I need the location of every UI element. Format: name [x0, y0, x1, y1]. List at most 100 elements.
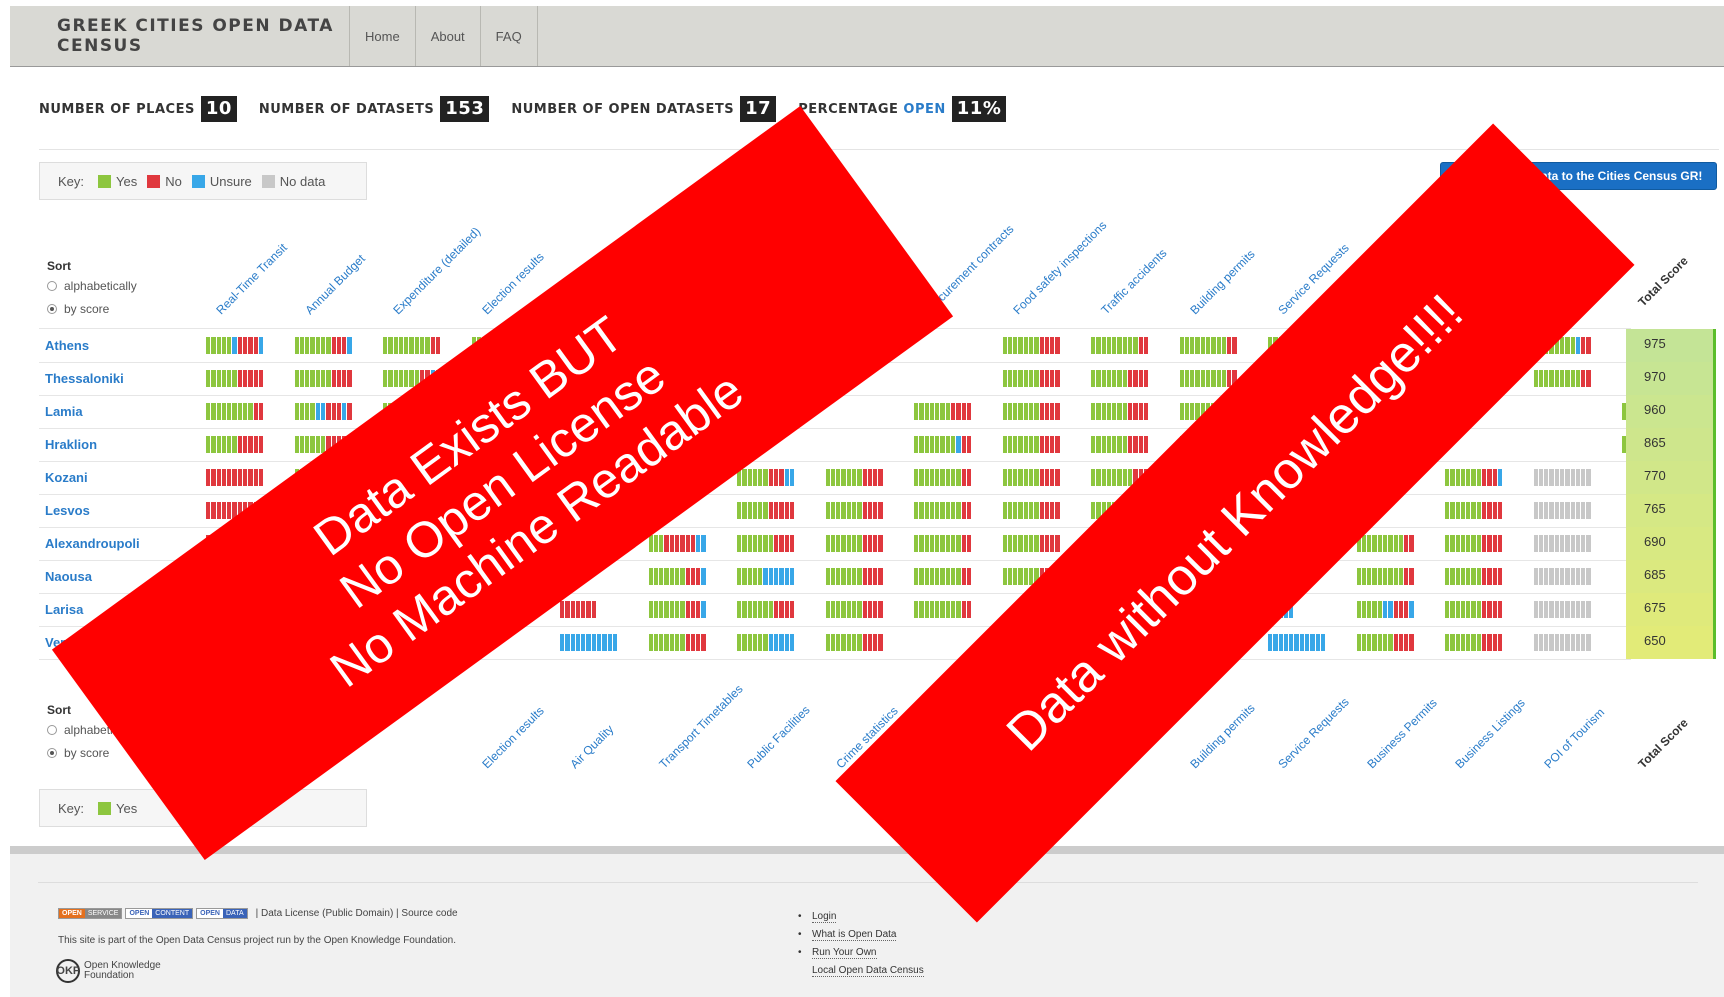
nav-about-link[interactable]: About	[416, 6, 481, 66]
nav-faq-link[interactable]: FAQ	[481, 6, 538, 66]
dataset-status-cell[interactable]	[1533, 535, 1591, 552]
city-link[interactable]: Naousa	[45, 560, 92, 593]
dataset-status-cell[interactable]	[825, 502, 883, 519]
column-header-bottom[interactable]: Transport Timetables	[656, 682, 745, 771]
dataset-status-cell[interactable]	[1002, 403, 1060, 420]
dataset-status-cell[interactable]	[1356, 535, 1414, 552]
dataset-status-cell[interactable]	[1002, 469, 1060, 486]
city-link[interactable]: Thessaloniki	[45, 362, 124, 395]
column-header-bottom[interactable]: Total Score	[1635, 716, 1690, 771]
dataset-status-cell[interactable]	[206, 469, 264, 486]
dataset-status-cell[interactable]	[914, 502, 972, 519]
license-links[interactable]: | Data License (Public Domain) | Source …	[256, 908, 458, 919]
dataset-status-cell[interactable]	[1179, 370, 1237, 387]
dataset-status-cell[interactable]	[1002, 337, 1060, 354]
dataset-status-cell[interactable]	[1445, 601, 1503, 618]
open-data-badge[interactable]: OPEN DATA	[196, 908, 248, 919]
city-link[interactable]: Lesvos	[45, 494, 90, 527]
radio-by-score[interactable]	[47, 304, 57, 314]
radio-by-score-bottom[interactable]	[47, 748, 57, 758]
city-link[interactable]: Lamia	[45, 395, 83, 428]
city-link[interactable]: Kozani	[45, 461, 88, 494]
dataset-status-cell[interactable]	[1179, 337, 1237, 354]
column-header-bottom[interactable]: Air Quality	[567, 722, 616, 771]
column-header[interactable]: Food safety inspections	[1010, 218, 1109, 317]
column-header-bottom[interactable]: POI of Tourism	[1541, 705, 1607, 771]
dataset-status-cell[interactable]	[1533, 601, 1591, 618]
city-link[interactable]: Hraklion	[45, 428, 97, 461]
dataset-status-cell[interactable]	[648, 634, 706, 651]
column-header-bottom[interactable]: Service Requests	[1275, 695, 1351, 771]
column-header-bottom[interactable]: Public Facilities	[744, 703, 812, 771]
dataset-status-cell[interactable]	[1356, 634, 1414, 651]
dataset-status-cell[interactable]	[1268, 634, 1326, 651]
dataset-status-cell[interactable]	[825, 601, 883, 618]
okf-logo[interactable]: OKF Open Knowledge Foundation	[56, 959, 161, 983]
dataset-status-cell[interactable]	[914, 436, 972, 453]
total-score-header[interactable]: Total Score	[1635, 254, 1690, 309]
open-service-badge[interactable]: OPEN SERVICE	[58, 908, 123, 919]
site-brand[interactable]: GREEK CITIES OPEN DATA CENSUS	[10, 6, 350, 66]
dataset-status-cell[interactable]	[1002, 502, 1060, 519]
column-header-bottom[interactable]: Business Permits	[1364, 696, 1439, 771]
dataset-status-cell[interactable]	[737, 601, 795, 618]
column-header[interactable]: Annual Budget	[302, 252, 368, 318]
dataset-status-cell[interactable]	[648, 601, 706, 618]
dataset-status-cell[interactable]	[294, 370, 352, 387]
dataset-status-cell[interactable]	[1002, 370, 1060, 387]
dataset-status-cell[interactable]	[1356, 601, 1414, 618]
run-your-own-link[interactable]: Run Your Own	[812, 947, 877, 959]
city-link[interactable]: Athens	[45, 329, 89, 362]
dataset-status-cell[interactable]	[825, 535, 883, 552]
dataset-status-cell[interactable]	[1091, 337, 1149, 354]
dataset-status-cell[interactable]	[1002, 436, 1060, 453]
dataset-status-cell[interactable]	[206, 403, 264, 420]
dataset-status-cell[interactable]	[206, 370, 264, 387]
dataset-status-cell[interactable]	[1533, 568, 1591, 585]
dataset-status-cell[interactable]	[737, 568, 795, 585]
dataset-status-cell[interactable]	[825, 634, 883, 651]
dataset-status-cell[interactable]	[914, 535, 972, 552]
dataset-status-cell[interactable]	[1445, 535, 1503, 552]
dataset-status-cell[interactable]	[560, 634, 618, 651]
column-header[interactable]: Building permits	[1187, 247, 1257, 317]
dataset-status-cell[interactable]	[914, 403, 972, 420]
dataset-status-cell[interactable]	[1445, 469, 1503, 486]
dataset-status-cell[interactable]	[1002, 535, 1060, 552]
dataset-status-cell[interactable]	[1091, 436, 1149, 453]
dataset-status-cell[interactable]	[1533, 370, 1591, 387]
radio-alphabetically[interactable]	[47, 281, 57, 291]
nav-home-link[interactable]: Home	[350, 6, 416, 66]
dataset-status-cell[interactable]	[206, 436, 264, 453]
dataset-status-cell[interactable]	[1091, 370, 1149, 387]
dataset-status-cell[interactable]	[825, 568, 883, 585]
dataset-status-cell[interactable]	[1533, 634, 1591, 651]
dataset-status-cell[interactable]	[1445, 568, 1503, 585]
city-link[interactable]: Alexandroupoli	[45, 527, 140, 560]
dataset-status-cell[interactable]	[737, 502, 795, 519]
dataset-status-cell[interactable]	[914, 568, 972, 585]
dataset-status-cell[interactable]	[383, 337, 441, 354]
open-content-badge[interactable]: OPEN CONTENT	[125, 908, 194, 919]
dataset-status-cell[interactable]	[1445, 502, 1503, 519]
what-is-open-data-link[interactable]: What is Open Data	[812, 929, 897, 941]
column-header[interactable]: Expenditure (detailed)	[390, 224, 483, 317]
dataset-status-cell[interactable]	[1091, 403, 1149, 420]
dataset-status-cell[interactable]	[825, 469, 883, 486]
column-header[interactable]: Real-Time Transit	[213, 241, 290, 318]
local-census-link[interactable]: Local Open Data Census	[812, 965, 924, 977]
dataset-status-cell[interactable]	[294, 403, 352, 420]
dataset-status-cell[interactable]	[560, 601, 597, 618]
dataset-status-cell[interactable]	[1533, 502, 1591, 519]
dataset-status-cell[interactable]	[914, 469, 972, 486]
column-header-bottom[interactable]: Election results	[479, 704, 546, 771]
dataset-status-cell[interactable]	[648, 535, 706, 552]
dataset-status-cell[interactable]	[737, 634, 795, 651]
column-header-bottom[interactable]: Business Listings	[1452, 696, 1527, 771]
radio-alphabetically-bottom[interactable]	[47, 725, 57, 735]
login-link[interactable]: Login	[812, 911, 837, 923]
column-header[interactable]: Traffic accidents	[1098, 246, 1169, 317]
dataset-status-cell[interactable]	[1356, 568, 1414, 585]
column-header-bottom[interactable]: Building permits	[1187, 701, 1257, 771]
dataset-status-cell[interactable]	[1445, 634, 1503, 651]
